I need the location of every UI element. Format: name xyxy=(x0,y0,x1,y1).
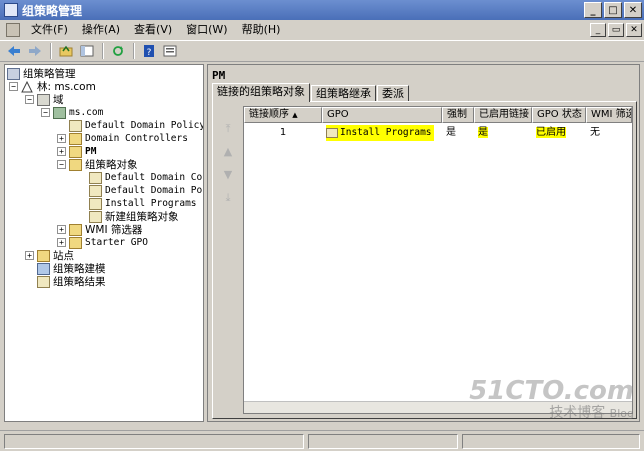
modeling-icon xyxy=(37,262,50,275)
show-hide-tree-icon[interactable] xyxy=(77,42,97,60)
column-gpo-status[interactable]: GPO 状态 xyxy=(532,107,586,123)
cell-gpo: Install Programs xyxy=(322,125,442,141)
title-bar: 组策略管理 _ □ ✕ xyxy=(0,0,644,20)
domains-icon xyxy=(37,93,50,106)
refresh-icon[interactable] xyxy=(108,42,128,60)
app-icon xyxy=(4,3,18,17)
collapse-toggle[interactable]: − xyxy=(9,82,18,91)
expand-toggle[interactable]: + xyxy=(57,147,66,156)
gpo-link-icon xyxy=(69,119,82,132)
expand-toggle[interactable]: + xyxy=(25,251,34,260)
folder-icon xyxy=(69,223,82,236)
forest-icon xyxy=(21,80,34,93)
tree-item-gpo[interactable]: Default Domain Contr xyxy=(89,171,203,184)
menu-bar: 文件(F) 操作(A) 查看(V) 窗口(W) 帮助(H) _ ▭ ✕ xyxy=(0,20,644,40)
sort-ascending-icon: ▲ xyxy=(292,111,298,119)
collapse-toggle[interactable]: − xyxy=(57,160,66,169)
tab-panel: ⤒ ▲ ▼ ⤓ 链接顺序 ▲ GPO 强制 已启用链接 GPO 状态 WMI 筛… xyxy=(212,101,637,419)
tab-delegation[interactable]: 委派 xyxy=(377,85,409,102)
help-icon[interactable]: ? xyxy=(139,42,159,60)
column-enforced[interactable]: 强制 xyxy=(442,107,474,123)
table-row[interactable]: 1 Install Programs 是 是 已启用 无 xyxy=(244,125,632,141)
sites-icon xyxy=(37,249,50,262)
child-close-button[interactable]: ✕ xyxy=(626,23,642,37)
tree-item-gpo-folder[interactable]: − 组策略对象 xyxy=(57,158,138,171)
cell-gpo-status: 已启用 xyxy=(536,127,566,138)
gpo-icon xyxy=(89,197,102,210)
properties-icon[interactable] xyxy=(160,42,180,60)
collapse-toggle[interactable]: − xyxy=(41,108,50,117)
gpo-icon xyxy=(89,184,102,197)
collapse-toggle[interactable]: − xyxy=(25,95,34,104)
menu-file[interactable]: 文件(F) xyxy=(24,20,75,40)
status-bar xyxy=(0,430,644,451)
back-icon[interactable] xyxy=(4,42,24,60)
tab-inheritance[interactable]: 组策略继承 xyxy=(311,85,376,102)
ou-icon xyxy=(69,145,82,158)
gpo-icon xyxy=(89,171,102,184)
expand-toggle[interactable]: + xyxy=(57,134,66,143)
up-folder-icon[interactable] xyxy=(56,42,76,60)
details-pane: PM 链接的组策略对象 组策略继承 委派 ⤒ ▲ ▼ ⤓ 链接顺序 ▲ GPO … xyxy=(207,64,640,422)
cell-enforced: 是 xyxy=(446,127,456,138)
column-link-enabled[interactable]: 已启用链接 xyxy=(474,107,532,123)
move-down-icon[interactable]: ▼ xyxy=(221,168,235,182)
list-header: 链接顺序 ▲ GPO 强制 已启用链接 GPO 状态 WMI 筛选 xyxy=(244,107,632,123)
results-icon xyxy=(37,275,50,288)
domain-icon xyxy=(53,106,66,119)
move-bottom-icon[interactable]: ⤓ xyxy=(221,191,235,205)
column-wmi-filter[interactable]: WMI 筛选 xyxy=(586,107,632,123)
folder-icon xyxy=(69,158,82,171)
cell-wmi-filter: 无 xyxy=(590,127,600,138)
ou-icon xyxy=(69,132,82,145)
console-tree[interactable]: 组策略管理 − 林: ms.com − 域 − ms.com Default D… xyxy=(4,64,204,422)
tab-strip: 链接的组策略对象 组策略继承 委派 xyxy=(212,83,410,102)
tree-item-gpo[interactable]: Default Domain Polic xyxy=(89,184,203,197)
gpo-icon xyxy=(89,210,102,223)
close-button[interactable]: ✕ xyxy=(624,2,642,18)
tree-item-wmi[interactable]: + WMI 筛选器 xyxy=(57,223,142,236)
toolbar: ? xyxy=(0,40,644,62)
move-up-icon[interactable]: ▲ xyxy=(221,145,235,159)
expand-toggle[interactable]: + xyxy=(57,225,66,234)
menu-help[interactable]: 帮助(H) xyxy=(235,20,288,40)
link-order-buttons: ⤒ ▲ ▼ ⤓ xyxy=(221,122,241,214)
maximize-button[interactable]: □ xyxy=(604,2,622,18)
tree-item-default-policy[interactable]: Default Domain Policy xyxy=(69,119,203,132)
folder-icon xyxy=(69,236,82,249)
linked-gpo-list[interactable]: 链接顺序 ▲ GPO 强制 已启用链接 GPO 状态 WMI 筛选 1 Inst… xyxy=(243,106,633,414)
window-title: 组策略管理 xyxy=(22,3,83,18)
gpo-link-icon xyxy=(326,128,338,138)
column-gpo[interactable]: GPO xyxy=(322,107,442,123)
move-top-icon[interactable]: ⤒ xyxy=(221,122,235,136)
cell-order: 1 xyxy=(279,127,287,138)
tree-item-results[interactable]: 组策略结果 xyxy=(37,275,106,288)
cell-link-enabled: 是 xyxy=(478,127,488,138)
expand-toggle[interactable]: + xyxy=(57,238,66,247)
menu-view[interactable]: 查看(V) xyxy=(127,20,179,40)
tree-item-domain[interactable]: − ms.com xyxy=(41,106,103,119)
gpmc-icon xyxy=(7,67,20,80)
svg-text:?: ? xyxy=(147,48,152,57)
tree-item-domain-controllers[interactable]: + Domain Controllers xyxy=(57,132,188,145)
horizontal-scrollbar[interactable] xyxy=(244,401,632,413)
column-link-order[interactable]: 链接顺序 ▲ xyxy=(244,107,322,123)
minimize-button[interactable]: _ xyxy=(584,2,602,18)
child-restore-button[interactable]: ▭ xyxy=(608,23,624,37)
forward-icon[interactable] xyxy=(25,42,45,60)
child-minimize-button[interactable]: _ xyxy=(590,23,606,37)
tab-linked-gpos[interactable]: 链接的组策略对象 xyxy=(212,83,310,102)
tree-item-domains[interactable]: − 域 xyxy=(25,93,64,106)
menu-action[interactable]: 操作(A) xyxy=(75,20,127,40)
pane-title: PM xyxy=(212,69,226,82)
menu-window[interactable]: 窗口(W) xyxy=(179,20,234,40)
document-icon xyxy=(6,23,20,37)
